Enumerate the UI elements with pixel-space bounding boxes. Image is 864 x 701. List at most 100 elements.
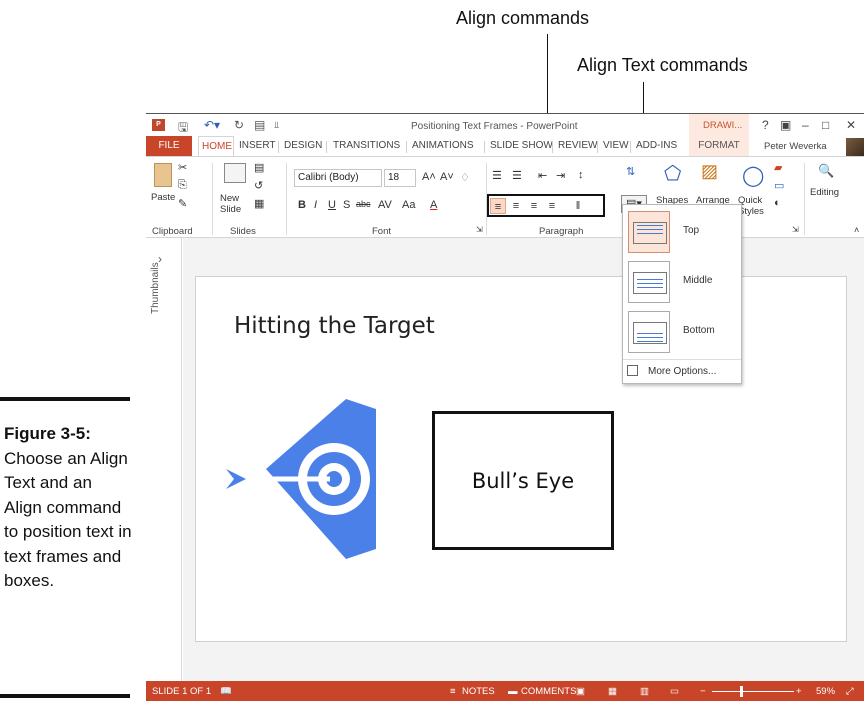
paste-button[interactable]: Paste <box>151 192 175 203</box>
slide-sorter-icon[interactable]: ▦ <box>608 686 617 697</box>
text-direction-icon[interactable]: ⇅ <box>626 165 635 178</box>
quick-styles-button[interactable]: Quick Styles <box>738 195 768 217</box>
bullets-icon[interactable]: ☰ <box>492 169 502 182</box>
paste-icon[interactable] <box>154 163 172 187</box>
tab-insert[interactable]: INSERT <box>236 136 279 156</box>
avatar[interactable] <box>846 138 864 156</box>
target-graphic[interactable] <box>226 399 376 559</box>
shape-outline-icon[interactable]: ▭ <box>774 179 784 192</box>
new-slide-button[interactable]: New Slide <box>220 193 250 215</box>
start-slideshow-icon[interactable]: ▤ <box>254 118 265 132</box>
drawing-dialog-launcher-icon[interactable]: ⇲ <box>792 225 799 234</box>
align-left-button[interactable]: ≡ <box>490 198 506 214</box>
align-top-option[interactable]: Top <box>623 207 741 257</box>
customize-qat-icon[interactable]: ⫫ <box>274 120 279 131</box>
align-middle-option[interactable]: Middle <box>623 257 741 307</box>
align-bottom-option[interactable]: Bottom <box>623 307 741 357</box>
thumbnails-pane[interactable]: › Thumbnails <box>146 238 182 681</box>
decrease-font-icon[interactable]: A˅ <box>440 171 454 183</box>
shape-fill-icon[interactable]: ▰ <box>774 161 782 174</box>
spell-check-icon[interactable]: 📖 <box>220 686 232 697</box>
zoom-level[interactable]: 59% <box>816 686 835 697</box>
shapes-icon[interactable]: ⬠ <box>664 161 681 186</box>
increase-font-icon[interactable]: A˄ <box>422 171 436 183</box>
bulls-eye-text-box[interactable]: Bull’s Eye <box>432 411 614 550</box>
copy-icon[interactable]: ⎘ <box>178 179 187 192</box>
tab-home[interactable]: HOME <box>198 136 234 157</box>
numbering-icon[interactable]: ☰ <box>512 169 522 182</box>
align-right-button[interactable]: ≡ <box>526 198 542 214</box>
ribbon-display-options-icon[interactable]: ▣ <box>780 118 791 132</box>
change-case-icon[interactable]: Aa <box>402 199 415 211</box>
slide-canvas[interactable]: Hitting the Target Bull’s Eye <box>195 276 847 642</box>
cut-icon[interactable]: ✂ <box>178 161 187 174</box>
zoom-slider-thumb[interactable] <box>740 686 743 697</box>
italic-icon[interactable]: I <box>314 199 317 211</box>
help-icon[interactable]: ? <box>762 118 769 132</box>
reset-icon[interactable]: ↺ <box>254 179 263 192</box>
format-painter-icon[interactable]: ✎ <box>178 197 187 210</box>
strikethrough-icon[interactable]: abc <box>356 199 371 209</box>
collapse-ribbon-icon[interactable]: ˄ <box>854 225 859 235</box>
notes-icon[interactable]: ≡ <box>450 686 456 697</box>
tab-format[interactable]: FORMAT <box>689 136 749 156</box>
arrange-icon[interactable]: ▨ <box>701 161 718 182</box>
binoculars-icon[interactable]: 🔍 <box>818 163 834 179</box>
character-spacing-icon[interactable]: AV <box>378 199 392 211</box>
align-bottom-icon <box>628 311 670 353</box>
comments-button[interactable]: COMMENTS <box>521 686 576 697</box>
fit-slide-icon[interactable]: ⤢ <box>846 686 854 697</box>
zoom-out-icon[interactable]: − <box>700 686 706 697</box>
font-color-icon[interactable]: A <box>430 199 437 211</box>
quick-styles-icon[interactable]: ◯ <box>742 163 764 188</box>
new-slide-icon[interactable] <box>224 163 246 183</box>
underline-icon[interactable]: U <box>328 199 336 211</box>
tab-animations[interactable]: ANIMATIONS <box>409 136 476 156</box>
reading-view-icon[interactable]: ▥ <box>640 686 649 697</box>
decrease-indent-icon[interactable]: ⇤ <box>538 169 547 182</box>
editing-button[interactable]: Editing <box>810 187 839 198</box>
zoom-slider[interactable] <box>712 691 794 692</box>
align-text-commands-callout: Align Text commands <box>577 55 748 75</box>
shadow-icon[interactable]: S <box>343 199 350 211</box>
normal-view-icon[interactable]: ▣ <box>576 686 585 697</box>
slide-title[interactable]: Hitting the Target <box>234 313 435 339</box>
drawing-tools-context-tab[interactable]: DRAWI... <box>689 114 749 136</box>
tab-slide-show[interactable]: SLIDE SHOW <box>487 136 556 156</box>
redo-icon[interactable]: ↻ <box>234 118 244 132</box>
justify-button[interactable]: ≡ <box>544 198 560 214</box>
increase-indent-icon[interactable]: ⇥ <box>556 169 565 182</box>
more-options-item[interactable]: More Options... <box>627 365 716 377</box>
notes-button[interactable]: NOTES <box>462 686 495 697</box>
comments-icon[interactable]: ▬ <box>508 686 518 697</box>
font-family-select[interactable]: Calibri (Body) <box>294 169 382 187</box>
tab-add-ins[interactable]: ADD-INS <box>633 136 680 156</box>
line-spacing-icon[interactable]: ↕ <box>578 169 584 181</box>
menu-separator <box>623 359 741 360</box>
bold-icon[interactable]: B <box>298 199 306 211</box>
figure-rule-top <box>0 397 130 401</box>
tab-design[interactable]: DESIGN <box>281 136 325 156</box>
tab-file[interactable]: FILE <box>146 136 192 156</box>
tab-view[interactable]: VIEW <box>600 136 632 156</box>
clear-formatting-icon[interactable]: ♢ <box>460 171 470 184</box>
user-name[interactable]: Peter Weverka <box>764 141 827 152</box>
slideshow-view-icon[interactable]: ▭ <box>670 686 679 697</box>
font-size-select[interactable]: 18 <box>384 169 416 187</box>
tab-transitions[interactable]: TRANSITIONS <box>330 136 403 156</box>
close-icon[interactable]: ✕ <box>846 118 856 132</box>
font-dialog-launcher-icon[interactable]: ⇲ <box>476 225 483 234</box>
zoom-in-icon[interactable]: + <box>796 686 802 697</box>
tab-review[interactable]: REVIEW <box>555 136 600 156</box>
paragraph-group-label: Paragraph <box>539 226 584 237</box>
columns-button[interactable]: ‖ <box>570 198 586 214</box>
maximize-icon[interactable]: □ <box>822 118 829 132</box>
shape-effects-icon[interactable]: ◐ <box>774 197 781 209</box>
align-top-icon <box>628 211 670 253</box>
minimize-icon[interactable]: – <box>802 118 809 132</box>
section-icon[interactable]: ▦ <box>254 197 264 210</box>
more-options-icon <box>627 365 638 376</box>
layout-icon[interactable]: ▤ <box>254 161 264 174</box>
undo-icon[interactable]: ↶▾ <box>204 118 220 132</box>
align-center-button[interactable]: ≡ <box>508 198 524 214</box>
